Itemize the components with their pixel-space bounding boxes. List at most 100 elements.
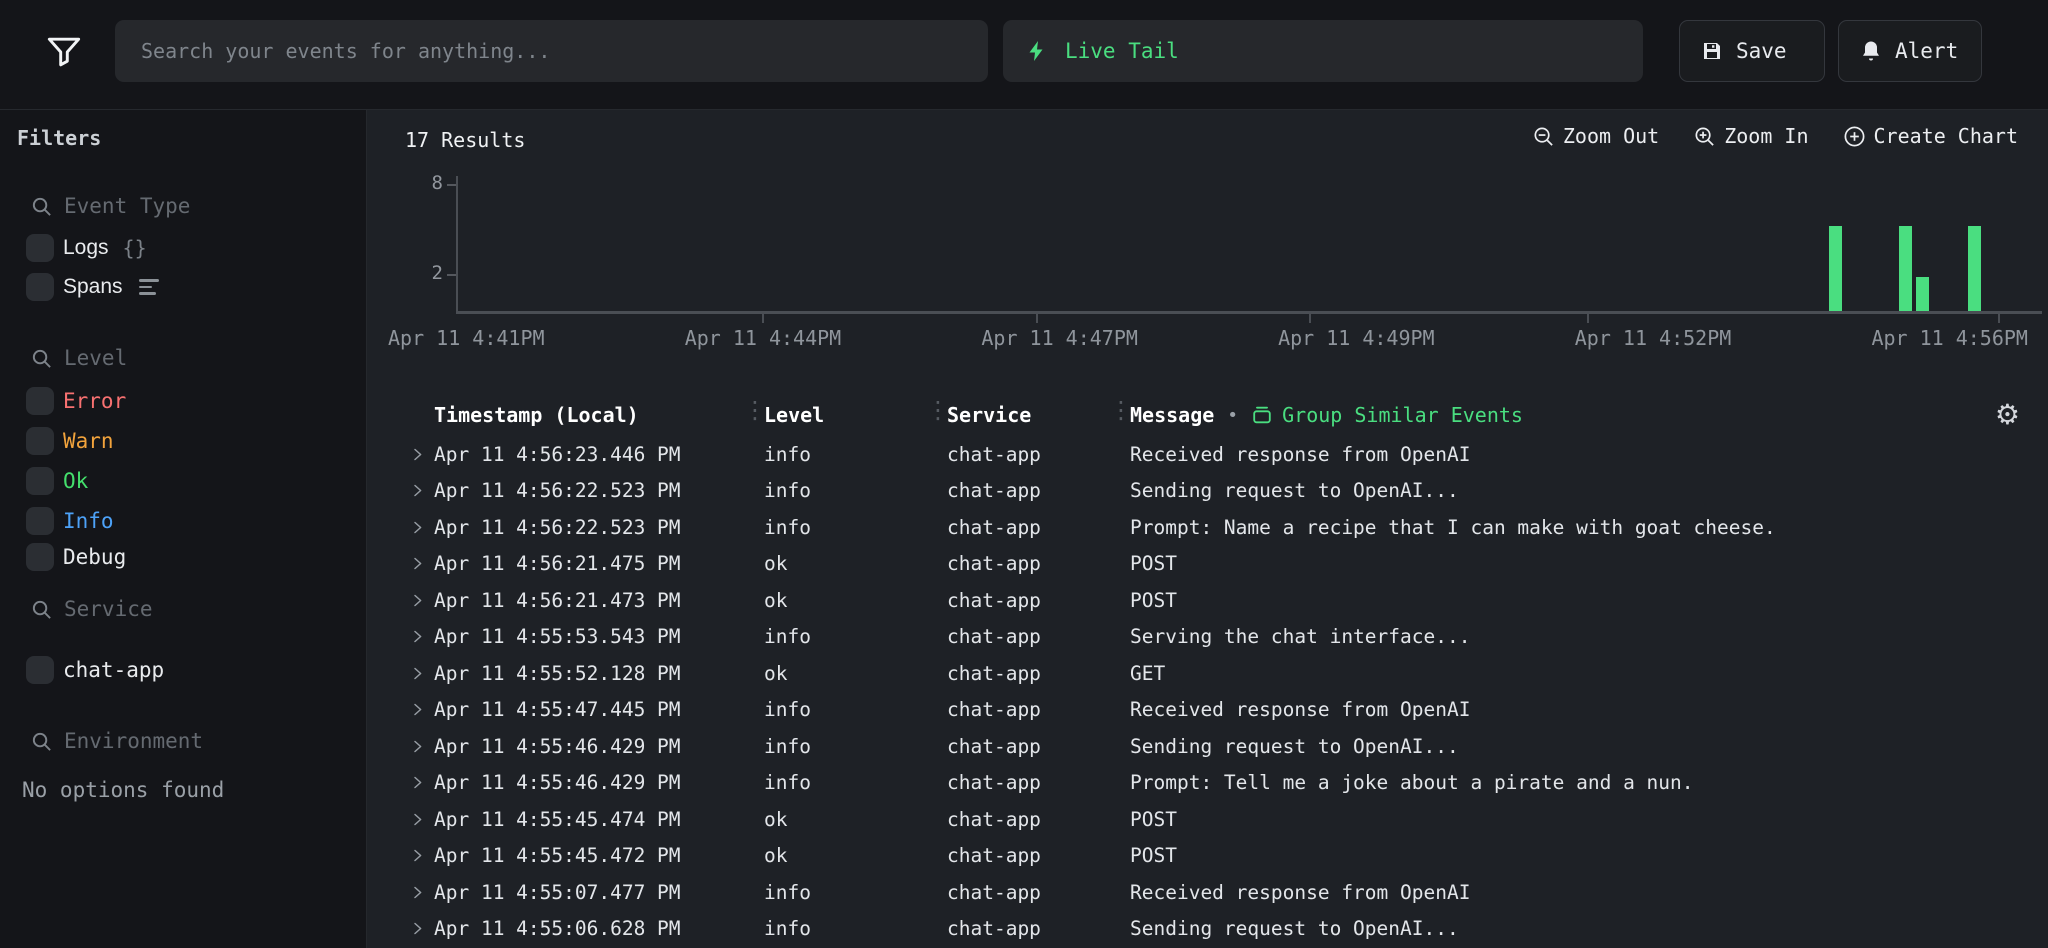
log-row[interactable]: Apr 11 4:55:52.128 PM ok chat-app GET (367, 655, 2048, 692)
level-filter-search[interactable]: Level (0, 342, 367, 374)
filter-funnel-icon[interactable] (42, 28, 90, 76)
ok-label: Ok (63, 469, 88, 493)
log-row[interactable]: Apr 11 4:55:53.543 PM info chat-app Serv… (367, 619, 2048, 656)
chevron-right-icon[interactable] (410, 666, 434, 681)
histogram-bar[interactable] (1829, 226, 1842, 311)
chevron-right-icon[interactable] (410, 921, 434, 936)
log-service: chat-app (947, 735, 1130, 758)
column-header-message[interactable]: Message (1130, 403, 1214, 427)
log-timestamp: Apr 11 4:55:53.543 PM (434, 625, 764, 648)
spans-checkbox[interactable] (26, 273, 54, 301)
event-type-filter-search[interactable]: Event Type (0, 190, 367, 222)
chevron-right-icon[interactable] (410, 848, 434, 863)
log-service: chat-app (947, 479, 1130, 502)
chevron-right-icon[interactable] (410, 702, 434, 717)
column-header-timestamp[interactable]: Timestamp (Local) (434, 403, 639, 427)
zoom-out-button[interactable]: Zoom Out (1532, 124, 1659, 148)
log-row[interactable]: Apr 11 4:55:45.472 PM ok chat-app POST (367, 838, 2048, 875)
filter-option-warn[interactable]: Warn (0, 425, 367, 457)
log-level: info (764, 771, 947, 794)
ok-checkbox[interactable] (26, 467, 54, 495)
search-input[interactable] (115, 20, 988, 82)
histogram-bar[interactable] (1899, 226, 1912, 311)
chevron-right-icon[interactable] (410, 885, 434, 900)
chevron-right-icon[interactable] (410, 739, 434, 754)
log-timestamp: Apr 11 4:55:47.445 PM (434, 698, 764, 721)
chevron-right-icon[interactable] (410, 775, 434, 790)
table-settings-gear-icon[interactable]: ⚙ (1995, 398, 2020, 431)
log-message: Sending request to OpenAI... (1130, 735, 2048, 758)
chevron-right-icon[interactable] (410, 483, 434, 498)
log-row[interactable]: Apr 11 4:56:21.475 PM ok chat-app POST (367, 546, 2048, 583)
filter-option-info[interactable]: Info (0, 505, 367, 537)
x-tickmark (1587, 314, 1589, 323)
save-button[interactable]: Save (1679, 20, 1825, 82)
chevron-right-icon[interactable] (410, 812, 434, 827)
log-row[interactable]: Apr 11 4:56:22.523 PM info chat-app Prom… (367, 509, 2048, 546)
y-tickmark (447, 184, 456, 186)
log-row[interactable]: Apr 11 4:55:46.429 PM info chat-app Prom… (367, 765, 2048, 802)
log-message: Prompt: Name a recipe that I can make wi… (1130, 516, 2048, 539)
filter-option-error[interactable]: Error (0, 385, 367, 417)
log-timestamp: Apr 11 4:56:21.475 PM (434, 552, 764, 575)
chevron-right-icon[interactable] (410, 447, 434, 462)
log-row[interactable]: Apr 11 4:55:07.477 PM info chat-app Rece… (367, 874, 2048, 911)
chat-app-checkbox[interactable] (26, 656, 54, 684)
no-options-text: No options found (22, 778, 224, 802)
log-level: info (764, 443, 947, 466)
log-row[interactable]: Apr 11 4:56:21.473 PM ok chat-app POST (367, 582, 2048, 619)
x-axis-label: Apr 11 4:56PM (1871, 326, 2028, 350)
column-header-level[interactable]: Level (764, 403, 824, 427)
chevron-right-icon[interactable] (410, 629, 434, 644)
log-row[interactable]: Apr 11 4:55:45.474 PM ok chat-app POST (367, 801, 2048, 838)
log-row[interactable]: Apr 11 4:55:06.628 PM info chat-app Send… (367, 911, 2048, 948)
error-checkbox[interactable] (26, 387, 54, 415)
live-tail-button[interactable]: Live Tail (1003, 20, 1643, 82)
column-header-service[interactable]: Service (947, 403, 1031, 427)
log-timestamp: Apr 11 4:55:46.429 PM (434, 771, 764, 794)
spans-label: Spans (63, 275, 123, 299)
chevron-right-icon[interactable] (410, 520, 434, 535)
warn-checkbox[interactable] (26, 427, 54, 455)
x-tickmark (1036, 314, 1038, 323)
filter-option-ok[interactable]: Ok (0, 465, 367, 497)
histogram-bar[interactable] (1916, 277, 1929, 311)
log-service: chat-app (947, 844, 1130, 867)
debug-checkbox[interactable] (26, 543, 54, 571)
group-similar-events-button[interactable]: Group Similar Events (1251, 403, 1523, 427)
service-filter-search[interactable]: Service (0, 593, 367, 625)
info-label: Info (63, 509, 114, 533)
log-level: info (764, 735, 947, 758)
log-timestamp: Apr 11 4:56:22.523 PM (434, 516, 764, 539)
events-histogram[interactable]: 8 2 Apr 11 4:41PMApr 11 4:44PMApr 11 4:4… (367, 172, 2048, 372)
log-service: chat-app (947, 698, 1130, 721)
filter-option-spans[interactable]: Spans (0, 271, 367, 303)
warn-label: Warn (63, 429, 114, 453)
x-axis-label: Apr 11 4:41PM (388, 326, 545, 350)
log-row[interactable]: Apr 11 4:55:46.429 PM info chat-app Send… (367, 728, 2048, 765)
log-row[interactable]: Apr 11 4:56:22.523 PM info chat-app Send… (367, 473, 2048, 510)
x-axis-label: Apr 11 4:52PM (1575, 326, 1732, 350)
filter-option-chat-app[interactable]: chat-app (0, 654, 367, 686)
level-placeholder: Level (64, 346, 127, 370)
zoom-in-button[interactable]: Zoom In (1693, 124, 1808, 148)
create-chart-button[interactable]: Create Chart (1843, 124, 2019, 148)
service-placeholder: Service (64, 597, 153, 621)
log-service: chat-app (947, 625, 1130, 648)
y-axis-tick-2: 2 (403, 262, 443, 284)
filter-option-debug[interactable]: Debug (0, 541, 367, 573)
chart-plot-area[interactable] (458, 176, 2038, 311)
chevron-right-icon[interactable] (410, 556, 434, 571)
chevron-right-icon[interactable] (410, 593, 434, 608)
log-level: ok (764, 552, 947, 575)
log-message: Received response from OpenAI (1130, 698, 2048, 721)
alert-button[interactable]: Alert (1838, 20, 1982, 82)
environment-filter-search[interactable]: Environment (0, 725, 367, 757)
logs-checkbox[interactable] (26, 234, 54, 262)
log-row[interactable]: Apr 11 4:55:47.445 PM info chat-app Rece… (367, 692, 2048, 729)
plus-circle-icon (1843, 125, 1866, 148)
filter-option-logs[interactable]: Logs {} (0, 232, 367, 264)
log-row[interactable]: Apr 11 4:56:23.446 PM info chat-app Rece… (367, 436, 2048, 473)
histogram-bar[interactable] (1968, 226, 1981, 311)
info-checkbox[interactable] (26, 507, 54, 535)
